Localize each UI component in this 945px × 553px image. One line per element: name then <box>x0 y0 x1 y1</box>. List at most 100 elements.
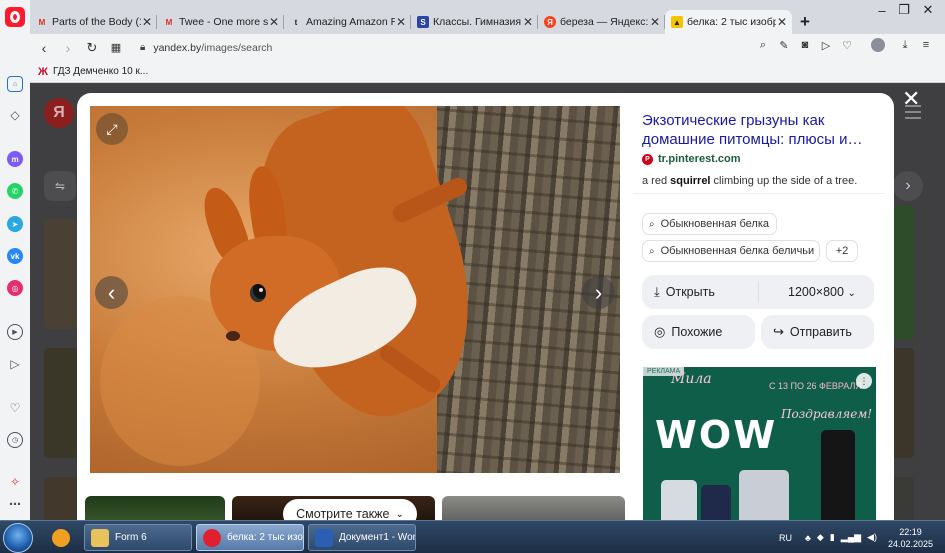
network-icon[interactable]: ▮ <box>830 532 835 543</box>
restore-icon[interactable]: ❐ <box>893 0 915 20</box>
result-thumbnail[interactable] <box>892 205 914 340</box>
history-icon[interactable]: ◷ <box>7 432 23 448</box>
language-indicator[interactable]: RU <box>779 533 792 543</box>
volume-icon[interactable]: ◀) <box>867 532 877 543</box>
system-tray: RU ♣ ◆ ▮ ▂▄▆ ◀) 22:19 24.02.2025 <box>779 521 939 553</box>
home-icon[interactable]: ⌂ <box>7 76 23 92</box>
filter-settings-icon[interactable]: ⇋ <box>44 171 76 201</box>
messenger-icon[interactable]: m <box>7 151 23 167</box>
sidebar-more-icon[interactable]: ⋯ <box>7 496 23 512</box>
prev-image-arrow-icon[interactable]: ‹ <box>95 276 128 309</box>
ad-headline: WOW <box>655 413 778 457</box>
minimize-icon[interactable]: – <box>869 0 895 20</box>
yandex-logo[interactable]: Я <box>44 98 74 128</box>
similar-images-button[interactable]: ◎ Похожие <box>642 315 755 349</box>
extensions-icon[interactable]: ✧ <box>7 474 23 490</box>
image-size-dropdown[interactable]: 1200×800 ⌄ <box>788 285 856 299</box>
ad-product-image <box>739 470 789 520</box>
more-tags-chip[interactable]: +2 <box>826 240 858 262</box>
taskbar-item-opera[interactable]: белка: 2 тыс изо... <box>196 524 304 551</box>
related-thumbnail[interactable] <box>85 496 225 520</box>
speed-dial-icon[interactable]: ▦ <box>104 41 128 54</box>
ad-promo-dates: С 13 ПО 26 ФЕВРАЛЯ <box>769 381 862 391</box>
school-icon: S <box>417 16 429 28</box>
result-thumbnail[interactable] <box>44 348 78 458</box>
image-title-link[interactable]: Экзотические грызуны как домашние питомц… <box>642 111 878 149</box>
player-icon[interactable]: ▶ <box>7 324 23 340</box>
result-thumbnail[interactable] <box>44 477 78 520</box>
reload-icon[interactable]: ↻ <box>80 40 104 56</box>
tab-gymnasium[interactable]: S Классы. Гимназия № 2 ✕ <box>411 10 538 34</box>
vk-icon[interactable]: vk <box>7 248 23 264</box>
tab-close-icon[interactable]: ✕ <box>395 15 407 29</box>
gmail-icon: M <box>38 17 46 27</box>
pinboard-icon[interactable]: ◇ <box>7 107 23 123</box>
open-image-button[interactable]: ⤓ Открыть 1200×800 ⌄ <box>642 275 874 309</box>
viewer-close-icon[interactable]: ✕ <box>902 88 920 110</box>
word-icon <box>315 528 333 547</box>
camera-icon[interactable]: ◙ <box>798 39 812 51</box>
tab-belka-active[interactable]: ▲ белка: 2 тыс изображений ✕ <box>665 10 792 34</box>
tray-shield-icon[interactable]: ◆ <box>817 532 824 543</box>
lens-search-icon[interactable]: ⌕ <box>756 39 770 52</box>
start-button[interactable] <box>3 523 33 553</box>
result-thumbnail[interactable] <box>892 477 914 520</box>
share-button[interactable]: ↪ Отправить <box>761 315 874 349</box>
signal-icon[interactable]: ▂▄▆ <box>841 532 861 543</box>
profile-avatar[interactable] <box>871 38 885 52</box>
opera-menu-button[interactable] <box>0 0 30 34</box>
menu-icon[interactable]: ≡ <box>919 39 933 51</box>
tag-chip[interactable]: ⌕ Обыкновенная белка <box>642 213 777 235</box>
forward-icon[interactable]: › <box>56 40 80 56</box>
tab-title: Parts of the Body (1).pdf <box>52 16 141 28</box>
result-thumbnail[interactable] <box>892 348 914 458</box>
back-icon[interactable]: ‹ <box>32 40 56 56</box>
next-image-arrow-icon[interactable]: › <box>582 276 615 309</box>
download-icon[interactable]: ⤓ <box>898 39 912 52</box>
tab-twee[interactable]: M Twee - One more step away ✕ <box>157 10 284 34</box>
advertisement-banner[interactable]: РЕКЛАМА Мила С 13 ПО 26 ФЕВРАЛЯ WOW Позд… <box>643 367 876 520</box>
send-icon[interactable]: ▷ <box>819 39 833 52</box>
tab-close-icon[interactable]: ✕ <box>141 15 153 29</box>
see-also-button[interactable]: Смотрите также ⌄ <box>283 499 417 520</box>
tab-title: береза — Яндекс: нашлось <box>560 16 649 28</box>
tab-bereza[interactable]: Я береза — Яндекс: нашлось ✕ <box>538 10 665 34</box>
instagram-icon[interactable]: ◎ <box>7 280 23 296</box>
tab-amazon-rainforest[interactable]: t Amazing Amazon Rainforest ✕ <box>284 10 411 34</box>
favorites-heart-icon[interactable]: ♡ <box>7 400 23 416</box>
lens-icon: ◎ <box>654 324 666 339</box>
tags-scroll-right-icon[interactable]: › <box>893 171 923 201</box>
clock[interactable]: 22:19 24.02.2025 <box>888 526 933 550</box>
url-field[interactable]: yandex.by/images/search <box>153 42 272 54</box>
fullscreen-expand-icon[interactable]: ⤢ <box>96 113 128 145</box>
tag-chip[interactable]: ⌕ Обыкновенная белка беличьи <box>642 240 820 262</box>
new-tab-button[interactable]: + <box>800 12 810 32</box>
address-bar: ‹ › ↻ ▦ 🔒︎ yandex.by/images/search ⌕ ✎ ◙… <box>30 34 945 61</box>
taskbar-item-word[interactable]: Документ1 - Wor... <box>308 524 416 551</box>
taskbar-item-form6[interactable]: Form 6 <box>84 524 192 551</box>
media-player-pinned[interactable] <box>46 524 76 551</box>
window-close-icon[interactable]: ✕ <box>915 0 941 20</box>
ad-menu-icon[interactable]: ⋮ <box>856 373 872 389</box>
heart-icon[interactable]: ♡ <box>840 39 854 52</box>
share-arrow-icon: ↪ <box>773 324 784 339</box>
result-thumbnail[interactable] <box>44 219 78 329</box>
window-controls-2: ❐ ✕ <box>893 0 941 20</box>
whatsapp-icon[interactable]: ✆ <box>7 183 23 199</box>
tab-parts-of-body[interactable]: M Parts of the Body (1).pdf ✕ <box>30 10 157 34</box>
tab-close-icon[interactable]: ✕ <box>268 15 280 29</box>
flow-send-icon[interactable]: ▷ <box>7 356 23 372</box>
main-image-squirrel[interactable]: ⤢ <box>90 106 620 473</box>
tab-close-icon[interactable]: ✕ <box>649 15 661 29</box>
related-thumbnail[interactable] <box>442 496 625 520</box>
image-source[interactable]: P tr.pinterest.com <box>642 153 741 165</box>
bookmark-gdz[interactable]: ГДЗ Демченко 10 к... <box>53 66 148 77</box>
telegram-icon[interactable]: ➤ <box>7 216 23 232</box>
tray-app-icon[interactable]: ♣ <box>805 533 811 543</box>
chevron-down-icon: ⌄ <box>395 508 404 520</box>
edit-icon[interactable]: ✎ <box>777 39 791 52</box>
lock-icon: 🔒︎ <box>140 42 146 53</box>
search-icon: ⌕ <box>649 245 655 257</box>
tab-close-icon[interactable]: ✕ <box>776 15 788 29</box>
tab-close-icon[interactable]: ✕ <box>522 15 534 29</box>
